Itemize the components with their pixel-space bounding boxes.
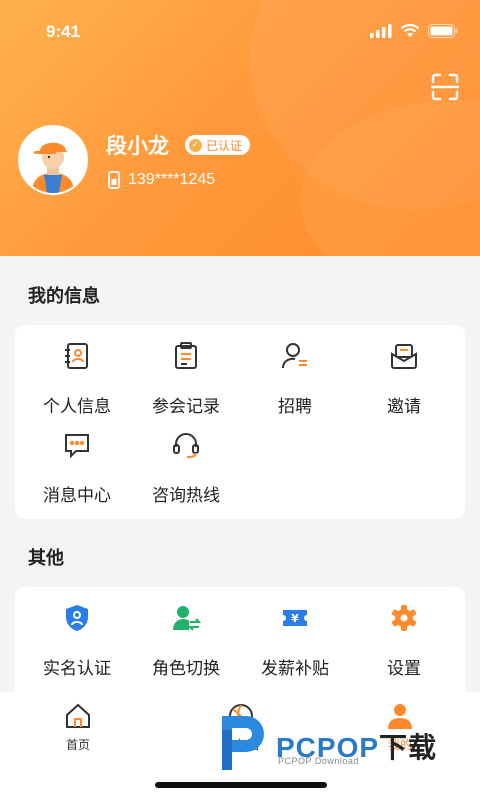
- home-icon: [66, 703, 90, 728]
- worker-avatar-icon: [20, 127, 86, 193]
- headset-icon: [173, 433, 199, 458]
- verified-icon: ✓: [189, 138, 202, 152]
- gear-icon: [391, 605, 417, 631]
- wifi-icon: [400, 24, 420, 37]
- envelope-icon: [391, 344, 417, 369]
- watermark-subtitle: PCPOP Download: [278, 756, 359, 766]
- status-time: 9:41: [46, 22, 81, 41]
- scan-button[interactable]: [430, 72, 460, 102]
- svg-text:¥: ¥: [291, 612, 299, 625]
- pcpop-logo-icon: [222, 716, 264, 770]
- avatar[interactable]: [18, 125, 88, 195]
- grid-item-label: 招聘: [278, 397, 312, 417]
- battery-icon: [428, 24, 458, 38]
- watermark-title-cn: 下载: [379, 732, 438, 763]
- grid-item-label: 邀请: [387, 397, 421, 417]
- grid-item-recruitment[interactable]: 招聘: [239, 327, 351, 417]
- my-info-card: 个人信息 参会记录 招聘 邀请 消息中心 咨询热线: [15, 325, 465, 519]
- other-card: 实名认证 角色切换 ¥ 发薪补贴 设置: [15, 587, 465, 707]
- grid-item-salary-subsidy[interactable]: ¥ 发薪补贴: [239, 589, 351, 679]
- grid-item-personal-info[interactable]: 个人信息: [21, 327, 133, 417]
- watermark: PCPOP下载 PCPOP Download: [218, 712, 468, 772]
- grid-item-label: 咨询热线: [152, 486, 220, 506]
- tab-home[interactable]: 首页: [28, 700, 128, 756]
- phone-icon: [108, 171, 120, 189]
- chat-bubble-icon: [65, 434, 89, 459]
- section-title-other: 其他: [28, 548, 64, 569]
- grid-item-label: 设置: [387, 659, 421, 679]
- phone-number: 139****1245: [128, 171, 216, 188]
- user-name: 段小龙: [106, 134, 169, 158]
- person-list-icon: [282, 343, 307, 369]
- signal-icon: [370, 24, 392, 38]
- grid-item-label: 实名认证: [43, 659, 111, 679]
- clipboard-icon: [175, 342, 197, 369]
- grid-item-message-center[interactable]: 消息中心: [21, 416, 133, 506]
- grid-item-label: 角色切换: [152, 659, 220, 679]
- tab-label: 首页: [65, 738, 90, 752]
- grid-item-hotline[interactable]: 咨询热线: [130, 416, 242, 506]
- contact-book-icon: [65, 343, 88, 369]
- user-switch-icon: [173, 606, 201, 631]
- grid-item-role-switch[interactable]: 角色切换: [130, 589, 242, 679]
- section-title-my-info: 我的信息: [28, 286, 100, 307]
- grid-item-label: 个人信息: [43, 397, 111, 417]
- status-bar: 9:41: [0, 0, 480, 64]
- home-indicator: [155, 782, 327, 788]
- grid-item-label: 消息中心: [43, 486, 111, 506]
- grid-item-real-name-verify[interactable]: 实名认证: [21, 589, 133, 679]
- grid-item-settings[interactable]: 设置: [348, 589, 460, 679]
- yen-ticket-icon: ¥: [283, 610, 307, 626]
- status-icons: [370, 22, 458, 40]
- verified-badge: ✓ 已认证: [185, 135, 251, 155]
- grid-item-label: 参会记录: [152, 397, 220, 417]
- scan-icon: [430, 73, 460, 101]
- shield-check-icon: [66, 605, 88, 631]
- phone-row: 139****1245: [108, 171, 215, 189]
- grid-item-invite[interactable]: 邀请: [348, 327, 460, 417]
- grid-item-meeting-records[interactable]: 参会记录: [130, 327, 242, 417]
- verified-label: 已认证: [206, 138, 243, 153]
- grid-item-label: 发薪补贴: [261, 659, 329, 679]
